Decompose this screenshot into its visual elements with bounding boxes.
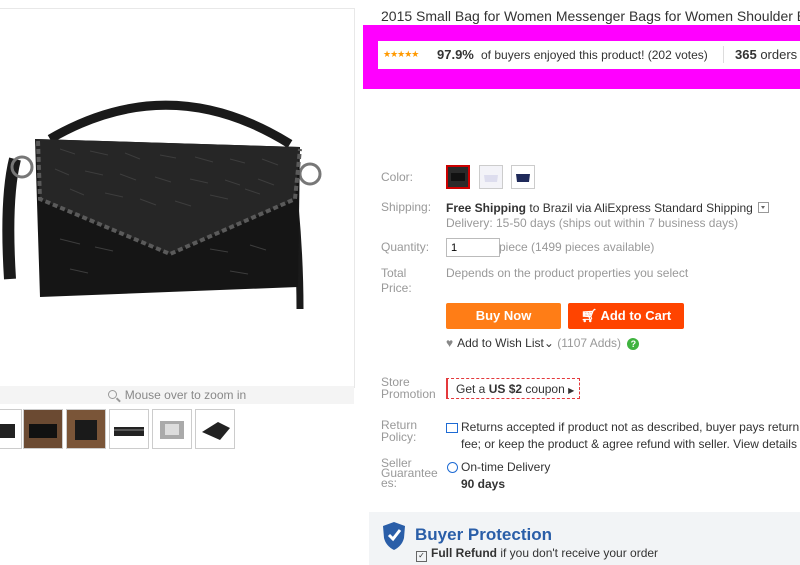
product-title[interactable]: 2015 Small Bag for Women Messenger Bags … xyxy=(381,8,800,24)
color-label: Color: xyxy=(381,170,414,184)
rating-divider xyxy=(723,46,724,63)
shipping-dropdown-icon[interactable] xyxy=(757,202,769,213)
main-product-image[interactable] xyxy=(0,8,355,388)
promotion-label-line2: Promotion xyxy=(381,387,436,401)
coupon-amount: US $2 xyxy=(488,382,523,396)
return-policy-text: Returns accepted if product not as descr… xyxy=(461,419,799,453)
thumbnail-4[interactable] xyxy=(109,409,149,449)
rating-percent: 97.9% xyxy=(437,47,474,62)
return-line2[interactable]: fee; or keep the product & agree refund … xyxy=(461,436,799,453)
shipping-line: Free Shipping to Brazil via AliExpress S… xyxy=(446,201,769,215)
clock-icon xyxy=(447,462,458,473)
full-refund-bold: Full Refund xyxy=(431,546,497,560)
orders-number: 365 xyxy=(735,47,757,62)
buyer-protection-title[interactable]: Buyer Protection xyxy=(415,525,552,545)
thumbnail-6[interactable] xyxy=(195,409,235,449)
on-time-delivery: On-time Delivery xyxy=(461,460,551,474)
quantity-input[interactable] xyxy=(446,238,500,257)
checkbox-icon: ✓ xyxy=(416,551,427,562)
quantity-label: Quantity: xyxy=(381,240,430,254)
cart-icon: 🛒︎ xyxy=(580,308,598,323)
orders-label: orders xyxy=(760,47,798,62)
wish-adds-count: (1107 Adds) xyxy=(557,336,622,350)
heart-icon: ♥ xyxy=(446,336,454,350)
return-policy-label: Return Policy: xyxy=(381,419,417,443)
total-label-line2: Price: xyxy=(381,281,412,295)
thumbnail-5[interactable] xyxy=(152,409,192,449)
free-shipping: Free Shipping xyxy=(446,201,527,215)
coupon-post: coupon xyxy=(525,382,565,396)
full-refund-text: if you don't receive your order xyxy=(500,546,659,560)
full-refund-item: ✓ Full Refund if you don't receive your o… xyxy=(416,546,659,562)
coupon-pre: Get a xyxy=(456,382,486,396)
thumbnail-3[interactable] xyxy=(66,409,106,449)
total-price-value: Depends on the product properties you se… xyxy=(446,266,689,280)
add-to-wish-list[interactable]: Add to Wish List xyxy=(457,336,544,350)
color-swatch-black[interactable] xyxy=(446,165,470,189)
shipping-destination[interactable]: Brazil via AliExpress Standard Shipping xyxy=(543,201,753,215)
wish-list-row: ♥ Add to Wish List⌄ (1107 Adds) ? xyxy=(446,336,640,350)
wish-dropdown-icon[interactable]: ⌄ xyxy=(544,336,554,350)
total-label-line1: Total xyxy=(381,266,407,280)
quantity-unit: piece (1499 pieces available) xyxy=(499,240,655,254)
zoom-hint-text: Mouse over to zoom in xyxy=(124,388,247,402)
thumbnail-1[interactable] xyxy=(0,409,22,449)
delivery-days: 90 days xyxy=(461,477,506,491)
coupon-arrow-icon: ▶ xyxy=(568,386,575,395)
zoom-hint-bar: Mouse over to zoom in xyxy=(0,386,354,404)
shipping-label: Shipping: xyxy=(381,200,432,214)
add-to-cart-button[interactable]: 🛒︎ Add to Cart xyxy=(568,303,684,329)
return-policy-icon xyxy=(446,423,458,433)
orders-count: 365 orders xyxy=(735,47,797,62)
rating-stars: ★★★★★ xyxy=(383,49,419,59)
seller-guarantees-label: Seller Guarantee es: xyxy=(381,457,438,489)
shipping-to: to xyxy=(529,201,540,215)
handbag-image xyxy=(2,100,322,310)
color-swatch-navy[interactable] xyxy=(511,165,535,189)
buy-now-button[interactable]: Buy Now xyxy=(446,303,561,329)
magnifier-icon xyxy=(107,390,117,399)
shield-icon xyxy=(382,521,406,554)
color-swatch-white[interactable] xyxy=(479,165,503,189)
delivery-time: Delivery: 15-50 days (ships out within 7… xyxy=(446,216,739,230)
rating-text: of buyers enjoyed this product! (202 vot… xyxy=(481,48,708,62)
store-promotion-label: Store Promotion xyxy=(381,376,436,400)
total-price-label: Total Price: xyxy=(381,266,412,296)
return-line1: Returns accepted if product not as descr… xyxy=(461,420,800,434)
thumbnail-2[interactable] xyxy=(23,409,63,449)
return-label-line2: Policy: xyxy=(381,430,417,444)
help-icon[interactable]: ? xyxy=(627,338,640,350)
add-to-cart-label: Add to Cart xyxy=(600,308,672,323)
coupon-button[interactable]: Get a US $2 coupon ▶ xyxy=(446,378,580,399)
